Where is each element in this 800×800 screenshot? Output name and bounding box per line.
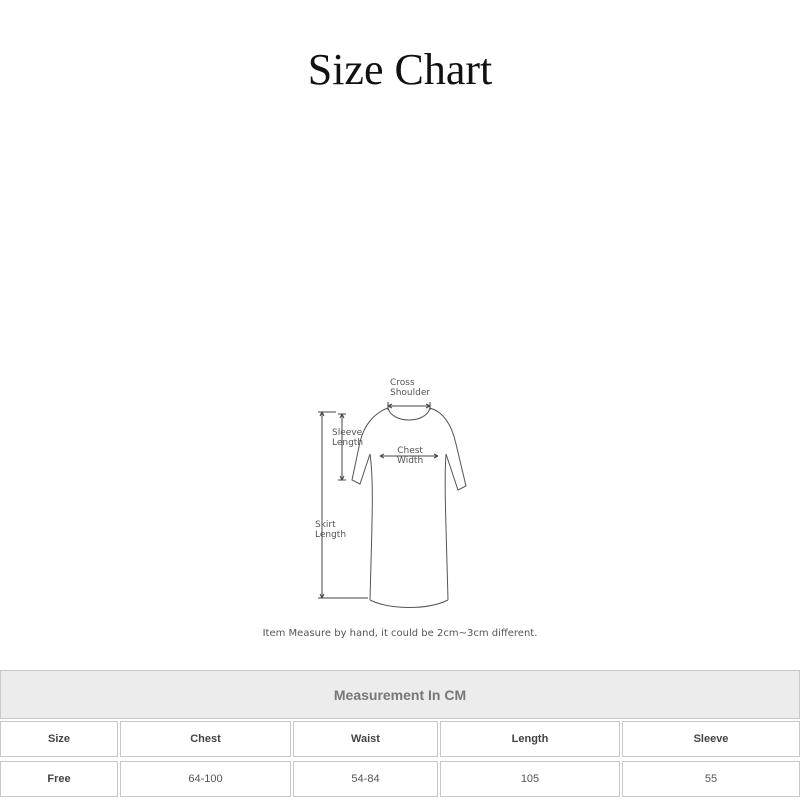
column-header-chest: Chest <box>120 721 291 757</box>
table-cell-size: Free <box>0 761 118 797</box>
table-cell-chest: 64-100 <box>120 761 291 797</box>
chest-width-label-line2: Width <box>397 456 424 466</box>
table-cell-length: 105 <box>440 761 620 797</box>
sleeve-length-label-line1: Sleeve <box>332 428 363 438</box>
measurement-note: Item Measure by hand, it could be 2cm~3c… <box>262 628 538 639</box>
cross-shoulder-label-line2: Shoulder <box>390 388 431 398</box>
skirt-length-label: Skirt Length <box>315 520 346 540</box>
chest-width-label: Chest Width <box>397 446 423 466</box>
cross-shoulder-label: Cross Shoulder <box>390 378 430 398</box>
dress-outline-icon <box>318 402 467 608</box>
sleeve-length-label-line2: Length <box>332 438 364 448</box>
table-cell-sleeve: 55 <box>622 761 800 797</box>
cross-shoulder-label-line1: Cross <box>390 378 415 388</box>
chest-width-label-line1: Chest <box>397 446 423 456</box>
page-title: Size Chart <box>307 45 493 94</box>
table-header: Measurement In CM <box>0 670 800 719</box>
skirt-length-label-line2: Length <box>315 530 347 540</box>
column-header-length: Length <box>440 721 620 757</box>
size-table: Measurement In CM Size Chest Waist Lengt… <box>0 670 800 800</box>
column-header-waist: Waist <box>293 721 438 757</box>
sleeve-length-label: Sleeve Length <box>332 428 363 448</box>
table-cell-waist: 54-84 <box>293 761 438 797</box>
dress-measurement-diagram: Cross Shoulder Sleeve Length Chest Width… <box>300 372 500 616</box>
column-header-sleeve: Sleeve <box>622 721 800 757</box>
skirt-length-label-line1: Skirt <box>315 520 336 530</box>
column-header-size: Size <box>0 721 118 757</box>
